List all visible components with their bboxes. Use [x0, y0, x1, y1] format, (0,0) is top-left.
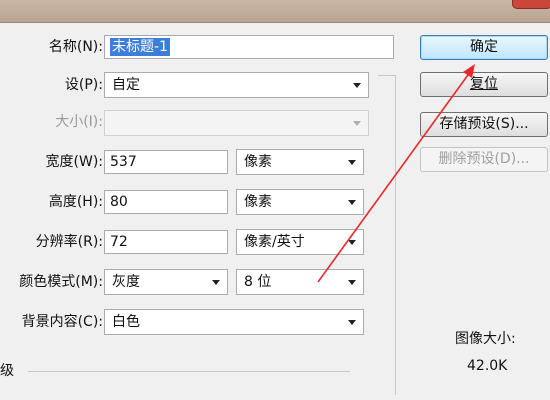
annotation-arrow-line: [317, 67, 474, 283]
annotation-arrow-head: [463, 64, 475, 78]
annotation-arrow: [317, 64, 475, 283]
